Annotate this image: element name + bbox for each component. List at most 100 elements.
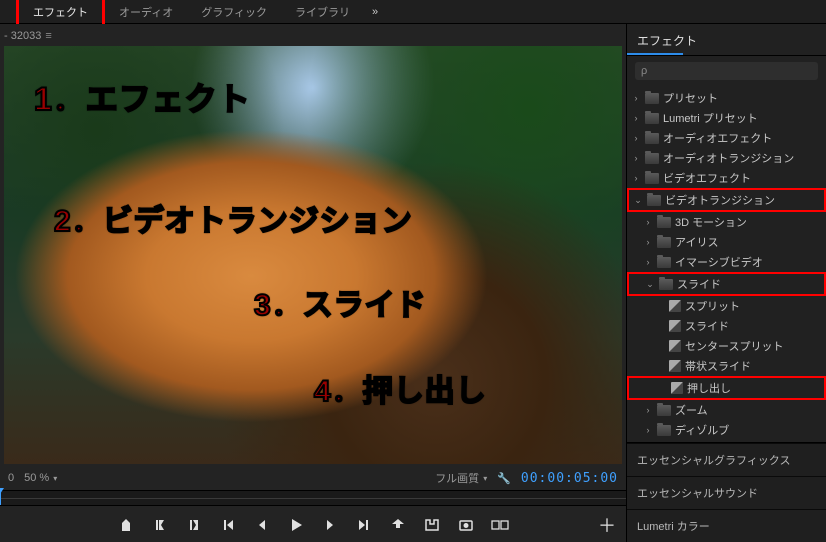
tree-folder-video-effects[interactable]: › ビデオエフェクト	[627, 168, 826, 188]
play-button[interactable]	[287, 516, 305, 534]
chevron-right-icon: ›	[631, 153, 641, 163]
effect-icon	[671, 382, 683, 394]
effects-panel: エフェクト ρ › プリセット › Lumetri プリセット › オーディオエ…	[626, 24, 826, 542]
mark-in-button[interactable]	[151, 516, 169, 534]
button-editor-add[interactable]: ＋	[598, 516, 616, 534]
tree-folder-slide[interactable]: ⌄ スライド	[627, 272, 826, 296]
resolution-dropdown[interactable]: フル画質 ▾	[435, 470, 487, 486]
tree-label: ズーム	[675, 402, 708, 418]
extract-button[interactable]	[423, 516, 441, 534]
folder-icon	[657, 425, 671, 436]
tab-menu-icon[interactable]: ≡	[45, 30, 51, 42]
tree-folder-video-transitions[interactable]: ⌄ ビデオトランジション	[627, 188, 826, 212]
playhead-indicator[interactable]	[0, 491, 1, 505]
workspace-tab-graphics[interactable]: グラフィック	[187, 0, 281, 24]
settings-wrench-icon[interactable]: 🔧	[497, 472, 511, 485]
tree-folder-iris[interactable]: › アイリス	[627, 232, 826, 252]
effect-icon	[669, 340, 681, 352]
tree-label: ディゾルブ	[675, 422, 729, 438]
folder-icon	[657, 405, 671, 416]
monitor-time-ruler[interactable]	[0, 490, 626, 506]
tree-folder-page-peel[interactable]: › ページピール	[627, 440, 826, 442]
tree-folder-dissolve[interactable]: › ディゾルブ	[627, 420, 826, 440]
chevron-down-icon: ▾	[53, 474, 57, 483]
chevron-right-icon: ›	[631, 113, 641, 123]
tree-folder-lumetri-presets[interactable]: › Lumetri プリセット	[627, 108, 826, 128]
chevron-right-icon: ›	[631, 133, 641, 143]
effect-icon	[669, 300, 681, 312]
workspace-tab-more[interactable]: »	[364, 2, 386, 22]
tree-label: 3D モーション	[675, 214, 747, 230]
chevron-down-icon: ⌄	[645, 279, 655, 290]
resolution-value: フル画質	[435, 470, 479, 486]
step-forward-button[interactable]	[321, 516, 339, 534]
tree-label: 帯状スライド	[685, 358, 751, 374]
chevron-right-icon: ›	[643, 405, 653, 415]
tree-folder-3d-motion[interactable]: › 3D モーション	[627, 212, 826, 232]
program-monitor-viewport[interactable]: 1．エフェクト 2．ビデオトランジション 3．スライド 4．押し出し	[4, 46, 622, 464]
effects-tree: › プリセット › Lumetri プリセット › オーディオエフェクト › オ…	[627, 86, 826, 442]
transport-controls: ＋	[0, 506, 626, 542]
lift-button[interactable]	[389, 516, 407, 534]
mark-out-button[interactable]	[185, 516, 203, 534]
tree-label: オーディオトランジション	[663, 150, 794, 166]
chevron-down-icon: ▾	[483, 474, 487, 483]
folder-icon	[645, 173, 659, 184]
timecode-out[interactable]: 00:00:05:00	[521, 471, 618, 486]
chevron-right-icon: ›	[643, 257, 653, 267]
folder-icon	[657, 257, 671, 268]
folder-icon	[647, 195, 661, 206]
program-monitor-panel: - 32033 ≡ 1．エフェクト 2．ビデオトランジション 3．スライド 4．…	[0, 24, 626, 542]
tree-label: 押し出し	[687, 380, 731, 396]
tree-label: プリセット	[663, 90, 718, 106]
collapsed-panels: エッセンシャルグラフィックス エッセンシャルサウンド Lumetri カラー	[627, 442, 826, 542]
tree-folder-zoom[interactable]: › ズーム	[627, 400, 826, 420]
tree-effect-band-slide[interactable]: 帯状スライド	[627, 356, 826, 376]
tree-label: アイリス	[675, 234, 718, 250]
folder-icon	[645, 93, 659, 104]
zoom-level-value: 50 %	[24, 472, 49, 484]
step-back-button[interactable]	[253, 516, 271, 534]
add-marker-button[interactable]	[117, 516, 135, 534]
go-to-in-button[interactable]	[219, 516, 237, 534]
workspace-tab-library[interactable]: ライブラリ	[281, 0, 364, 24]
effect-icon	[669, 320, 681, 332]
folder-icon	[645, 133, 659, 144]
monitor-info-bar: 0 50 % ▾ フル画質 ▾ 🔧 00:00:05:00	[0, 466, 626, 490]
search-icon: ρ	[641, 65, 647, 77]
folder-icon	[659, 279, 673, 290]
tree-label: センタースプリット	[685, 338, 783, 354]
tree-label: イマーシブビデオ	[675, 254, 763, 270]
effect-icon	[669, 360, 681, 372]
tree-label: スライド	[685, 318, 729, 334]
tree-folder-presets[interactable]: › プリセット	[627, 88, 826, 108]
sequence-name-text: - 32033	[4, 30, 41, 42]
tree-effect-push[interactable]: 押し出し	[627, 376, 826, 400]
tree-effect-split[interactable]: スプリット	[627, 296, 826, 316]
comparison-view-button[interactable]	[491, 516, 509, 534]
tree-label: ビデオトランジション	[665, 192, 775, 208]
tree-folder-audio-effects[interactable]: › オーディオエフェクト	[627, 128, 826, 148]
sequence-name-label: - 32033 ≡	[0, 24, 626, 44]
folder-icon	[657, 237, 671, 248]
chevron-right-icon: ›	[631, 173, 641, 183]
panel-lumetri-color[interactable]: Lumetri カラー	[627, 509, 826, 542]
workspace-tab-audio[interactable]: オーディオ	[105, 0, 187, 24]
video-frame-image	[4, 46, 622, 464]
tree-label: Lumetri プリセット	[663, 110, 758, 126]
panel-essential-sound[interactable]: エッセンシャルサウンド	[627, 476, 826, 509]
tree-label: スライド	[677, 276, 721, 292]
tree-effect-center-split[interactable]: センタースプリット	[627, 336, 826, 356]
zoom-level-dropdown[interactable]: 50 % ▾	[24, 472, 57, 484]
tree-effect-slide[interactable]: スライド	[627, 316, 826, 336]
effects-search-input[interactable]: ρ	[635, 62, 818, 80]
effects-panel-title[interactable]: エフェクト	[627, 24, 826, 56]
export-frame-button[interactable]	[457, 516, 475, 534]
workspace-tab-effects[interactable]: エフェクト	[16, 0, 105, 27]
chevron-down-icon: ⌄	[633, 195, 643, 206]
tree-label: スプリット	[685, 298, 740, 314]
panel-essential-graphics[interactable]: エッセンシャルグラフィックス	[627, 443, 826, 476]
go-to-out-button[interactable]	[355, 516, 373, 534]
tree-folder-immersive-video[interactable]: › イマーシブビデオ	[627, 252, 826, 272]
tree-folder-audio-transitions[interactable]: › オーディオトランジション	[627, 148, 826, 168]
